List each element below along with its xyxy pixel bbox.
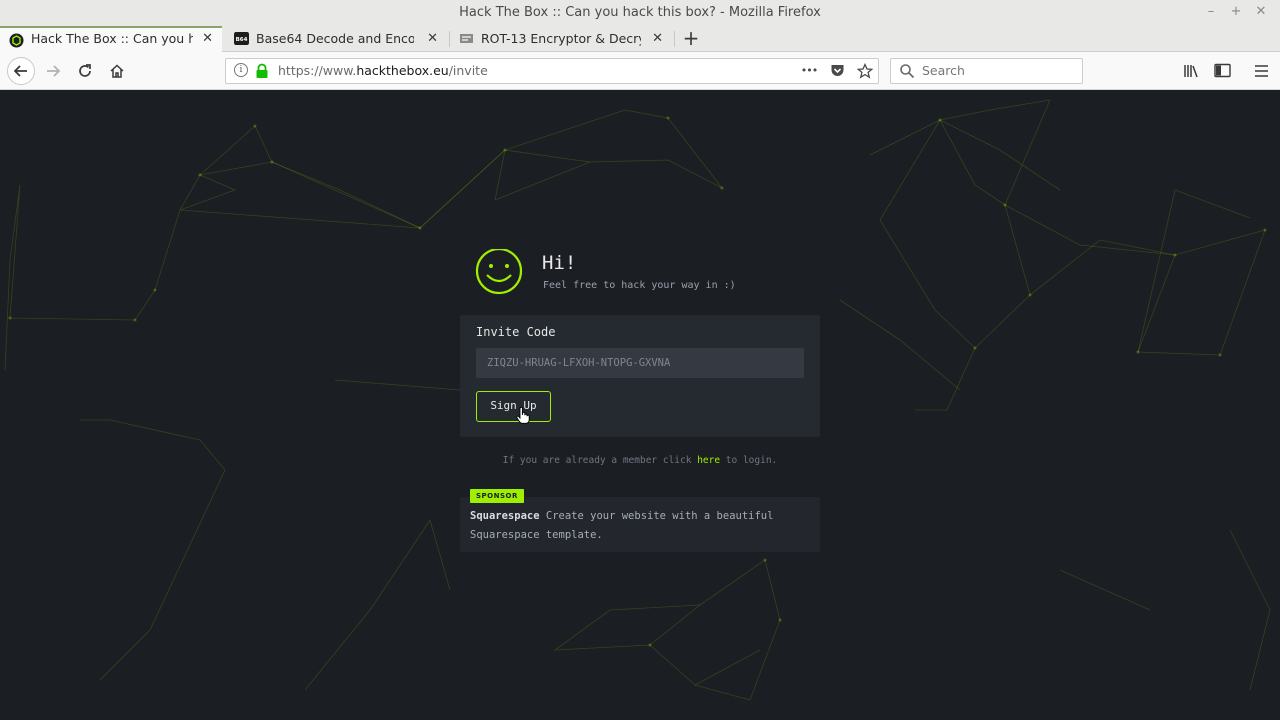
close-tab-icon[interactable]: ✕ xyxy=(202,28,213,50)
forward-button[interactable] xyxy=(40,59,66,83)
minimize-icon[interactable]: – xyxy=(1199,0,1223,24)
arrow-right-icon xyxy=(47,65,61,77)
page-content: Hi! Feel free to hack your way in :) Inv… xyxy=(0,90,1280,720)
library-icon xyxy=(1183,65,1198,78)
tab-base64[interactable]: B64 Base64 Decode and Encode - Online ✕ xyxy=(225,26,447,52)
url-text[interactable]: https://www.hackthebox.eu/invite xyxy=(278,59,488,83)
tab-label: ROT-13 Encryptor & Decryptor xyxy=(481,31,641,46)
smiley-face-icon xyxy=(475,249,523,295)
url-prefix: https://www. xyxy=(278,63,357,78)
page-title: Hi! xyxy=(542,252,577,274)
reload-icon xyxy=(79,64,91,77)
sponsor-brand: Squarespace xyxy=(470,510,540,522)
login-link[interactable]: here xyxy=(697,455,720,466)
search-bar[interactable]: Search xyxy=(890,58,1083,84)
window-titlebar: Hack The Box :: Can you hack this box? -… xyxy=(0,0,1280,26)
hamburger-menu-icon xyxy=(1254,65,1268,77)
b64-favicon-icon: B64 xyxy=(234,32,249,45)
site-info-icon[interactable]: i xyxy=(234,63,248,77)
sidebar-toggle-button[interactable] xyxy=(1209,59,1235,83)
tab-label: Base64 Decode and Encode - Online xyxy=(256,31,414,46)
nav-toolbar: i https://www.hackthebox.eu/invite ••• S… xyxy=(0,52,1280,90)
htb-favicon-icon xyxy=(9,33,24,48)
tab-rot13[interactable]: ROT-13 Encryptor & Decryptor ✕ xyxy=(450,26,672,52)
page-actions-icon[interactable]: ••• xyxy=(799,59,819,82)
library-button[interactable] xyxy=(1178,59,1204,83)
sign-up-button[interactable]: Sign Up xyxy=(476,391,551,422)
invite-code-label: Invite Code xyxy=(476,325,556,339)
tab-label: Hack The Box :: Can you hack this box? xyxy=(31,31,193,46)
tab-hackthebox[interactable]: Hack The Box :: Can you hack this box? ✕ xyxy=(0,26,222,52)
address-bar[interactable]: i https://www.hackthebox.eu/invite ••• xyxy=(225,58,879,84)
sponsor-card[interactable]: Squarespace Create your website with a b… xyxy=(460,497,820,552)
maximize-icon[interactable]: + xyxy=(1224,0,1248,24)
page-subtitle: Feel free to hack your way in :) xyxy=(543,280,736,291)
search-icon xyxy=(900,64,915,79)
invite-form: Invite Code Sign Up xyxy=(460,315,820,437)
url-host: hackthebox.eu xyxy=(356,63,449,78)
lock-icon[interactable] xyxy=(255,63,269,79)
sponsor-text: Squarespace Create your website with a b… xyxy=(470,507,810,545)
home-button[interactable] xyxy=(104,59,130,83)
login-prompt: If you are already a member click here t… xyxy=(460,455,820,466)
url-path: /invite xyxy=(448,63,488,78)
new-tab-button[interactable]: + xyxy=(680,26,702,51)
reload-button[interactable] xyxy=(72,59,98,83)
login-prefix: If you are already a member click xyxy=(502,455,698,466)
tab-strip: Hack The Box :: Can you hack this box? ✕… xyxy=(0,26,1280,52)
sidebar-icon xyxy=(1213,63,1231,78)
close-tab-icon[interactable]: ✕ xyxy=(652,26,663,51)
svg-text:B64: B64 xyxy=(236,37,248,43)
invite-code-input[interactable] xyxy=(476,348,804,378)
hand-cursor-icon xyxy=(516,407,530,424)
sponsor-badge: SPONSOR xyxy=(470,489,524,503)
close-tab-icon[interactable]: ✕ xyxy=(427,26,438,51)
home-icon xyxy=(110,64,124,78)
rot13-favicon-icon xyxy=(460,34,473,43)
login-suffix: to login. xyxy=(720,455,778,466)
bookmark-star-icon[interactable] xyxy=(855,59,875,87)
pocket-icon[interactable] xyxy=(827,59,847,86)
tab-divider xyxy=(674,31,675,47)
back-button[interactable] xyxy=(7,57,35,85)
app-menu-button[interactable] xyxy=(1248,59,1274,83)
close-window-icon[interactable]: ✕ xyxy=(1249,0,1273,24)
search-placeholder: Search xyxy=(922,63,965,78)
window-title: Hack The Box :: Can you hack this box? -… xyxy=(459,5,821,20)
arrow-left-icon xyxy=(13,65,27,77)
